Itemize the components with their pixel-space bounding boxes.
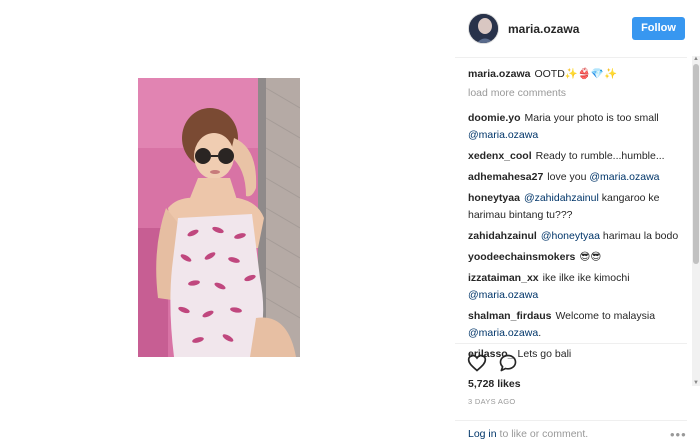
comment-item: yoodeechainsmokers 😎😎: [468, 249, 686, 266]
comment-text: 😎😎: [579, 251, 602, 263]
comment-mention[interactable]: @honeytyaa: [541, 230, 600, 242]
scroll-down-arrow-icon[interactable]: ▼: [692, 380, 700, 386]
comment-text: Ready to rumble...humble...: [535, 150, 665, 162]
load-more-comments-link[interactable]: load more comments: [468, 85, 686, 102]
scroll-thumb[interactable]: [693, 64, 699, 264]
comment-mention[interactable]: @maria.ozawa: [468, 327, 538, 339]
comment-icon[interactable]: [498, 353, 518, 373]
caption-text: OOTD✨👙💎✨: [534, 68, 618, 80]
comment-text-after: .: [538, 327, 542, 339]
comment-mention[interactable]: @zahidahzainul: [524, 192, 599, 204]
caption-username[interactable]: maria.ozawa: [468, 68, 530, 80]
avatar[interactable]: [468, 13, 499, 44]
actions-section: 5,728 likes 3 DAYS AGO Log in to like or…: [455, 343, 687, 443]
comment-username[interactable]: yoodeechainsmokers: [468, 251, 575, 263]
comment-item: zahidahzainul @honeytyaa harimau la bodo: [468, 228, 686, 245]
post-photo[interactable]: [138, 78, 300, 357]
comment-item: xedenx_cool Ready to rumble...humble...: [468, 148, 686, 165]
comments-scrollbar[interactable]: ▲ ▼: [692, 56, 700, 386]
comment-username[interactable]: shalman_firdaus: [468, 310, 551, 322]
comment-item: izzataiman_xx ike ilke ike kimochi @maria…: [468, 270, 686, 304]
comment-item: adhemahesa27 love you @maria.ozawa: [468, 169, 686, 186]
post-sidebar: maria.ozawa Follow maria.ozawa OOTD✨👙💎✨ l…: [455, 0, 700, 443]
caption: maria.ozawa OOTD✨👙💎✨: [468, 66, 686, 83]
comment-username[interactable]: izzataiman_xx: [468, 272, 539, 284]
comment-username[interactable]: doomie.yo: [468, 112, 521, 124]
avatar-image: [469, 14, 498, 43]
media-pane: [0, 0, 455, 443]
photo-illustration: [138, 78, 300, 357]
post-timestamp: 3 DAYS AGO: [468, 397, 516, 406]
login-prompt: Log in to like or comment.: [468, 428, 588, 440]
likes-count[interactable]: 5,728 likes: [468, 378, 521, 390]
comment-mention[interactable]: @maria.ozawa: [468, 289, 538, 301]
comment-mention[interactable]: @maria.ozawa: [468, 129, 538, 141]
more-options-icon[interactable]: •••: [670, 427, 687, 442]
comment-text: love you: [547, 171, 590, 183]
comment-mention[interactable]: @maria.ozawa: [589, 171, 659, 183]
comment-username[interactable]: adhemahesa27: [468, 171, 543, 183]
comment-username[interactable]: xedenx_cool: [468, 150, 532, 162]
comment-username[interactable]: honeytyaa: [468, 192, 520, 204]
scroll-up-arrow-icon[interactable]: ▲: [692, 56, 700, 62]
header-username[interactable]: maria.ozawa: [508, 22, 579, 36]
follow-button[interactable]: Follow: [632, 17, 685, 40]
post-header: maria.ozawa Follow: [455, 0, 687, 58]
comment-item: honeytyaa @zahidahzainul kangaroo ke hari…: [468, 190, 686, 224]
heart-icon[interactable]: [467, 353, 487, 373]
comments-list: maria.ozawa OOTD✨👙💎✨ load more comments d…: [468, 66, 686, 367]
login-prompt-rest: to like or comment.: [496, 428, 589, 440]
comment-text: Maria your photo is too small: [524, 112, 659, 124]
comment-item: shalman_firdaus Welcome to malaysia @mari…: [468, 308, 686, 342]
login-link[interactable]: Log in: [468, 428, 497, 440]
login-bar: Log in to like or comment. •••: [455, 420, 687, 443]
comment-text-after: harimau la bodo: [599, 230, 679, 242]
comment-username[interactable]: zahidahzainul: [468, 230, 537, 242]
comment-text: Welcome to malaysia: [555, 310, 656, 322]
comment-item: doomie.yo Maria your photo is too small @…: [468, 110, 686, 144]
comment-text: ike ilke ike kimochi: [542, 272, 630, 284]
